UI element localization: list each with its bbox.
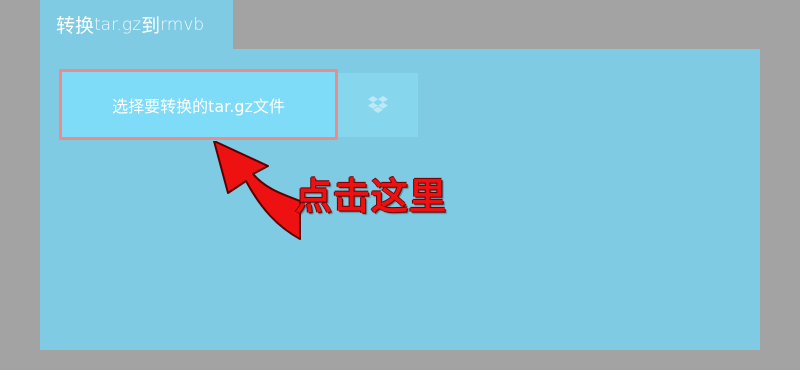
click-here-annotation: 点击这里: [295, 175, 447, 218]
tab-title-part4: rmvb: [160, 14, 205, 35]
choose-file-label: 选择要转换的tar.gz文件: [112, 96, 285, 116]
converter-panel: 选择要转换的tar.gz文件 点击这里: [40, 49, 760, 350]
converter-tab[interactable]: 转换 tar.gz 到 rmvb: [40, 0, 233, 49]
tab-title-part3: 到: [141, 15, 161, 37]
dropbox-button[interactable]: [338, 73, 418, 137]
choose-file-button[interactable]: 选择要转换的tar.gz文件: [59, 69, 338, 140]
dropbox-icon: [368, 96, 388, 113]
tab-title-part1: 转换: [56, 15, 95, 37]
tab-title-part2: tar.gz: [94, 14, 142, 35]
